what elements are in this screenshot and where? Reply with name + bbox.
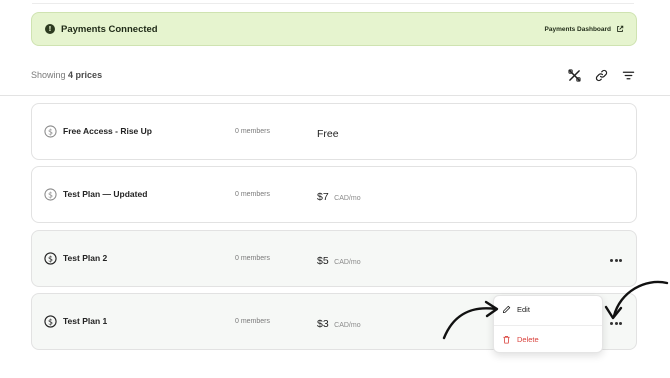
price-unit: CAD/mo [334, 195, 361, 202]
edit-label: Edit [517, 305, 530, 314]
price-unit: CAD/mo [334, 259, 361, 266]
more-options-icon[interactable] [610, 257, 622, 263]
price-card[interactable]: $ Test Plan 2 0 members $5 CAD/mo [31, 230, 637, 287]
dollar-circle-icon: $ [44, 315, 57, 328]
price-card[interactable]: $ Test Plan — Updated 0 members $7 CAD/m… [31, 166, 637, 223]
dollar-circle-icon: $ [44, 125, 57, 138]
price-amount: $3 CAD/mo [317, 314, 361, 332]
price-members: 0 members [235, 128, 271, 135]
price-value: Free [317, 128, 339, 140]
svg-text:$: $ [48, 254, 53, 263]
dollar-circle-icon: $ [44, 252, 57, 265]
prices-toolbar: Showing 4 prices [31, 66, 637, 84]
price-amount: $7 CAD/mo [317, 187, 361, 205]
payments-dashboard-label: Payments Dashboard [544, 25, 611, 33]
price-name: Free Access - Rise Up [63, 126, 152, 136]
price-name: Test Plan — Updated [63, 189, 148, 199]
svg-text:$: $ [48, 127, 53, 136]
menu-separator [494, 325, 602, 326]
showing-count: 4 prices [68, 70, 103, 80]
edit-menu-item[interactable]: Edit [502, 305, 530, 314]
payments-dashboard-link[interactable]: Payments Dashboard [545, 25, 624, 33]
link-icon[interactable] [595, 69, 608, 82]
svg-text:$: $ [48, 190, 53, 199]
price-amount: $5 CAD/mo [317, 251, 361, 269]
banner-title: Payments Connected [61, 23, 158, 35]
info-icon: ! [45, 24, 55, 34]
delete-label: Delete [517, 335, 539, 344]
price-name: Test Plan 1 [63, 316, 108, 326]
price-members: 0 members [235, 318, 271, 325]
top-divider [32, 3, 634, 4]
svg-text:$: $ [48, 317, 53, 326]
price-amount: Free [317, 124, 340, 142]
dollar-circle-icon: $ [44, 188, 57, 201]
showing-prefix: Showing [31, 70, 66, 80]
more-options-icon[interactable] [610, 320, 622, 326]
trash-icon [503, 335, 510, 344]
sort-icon[interactable] [622, 69, 635, 82]
price-name: Test Plan 2 [63, 253, 108, 263]
showing-count-text: Showing 4 prices [31, 70, 102, 80]
price-value: $3 [317, 318, 329, 330]
crossed-tools-icon[interactable] [568, 68, 581, 82]
payments-connected-banner: ! Payments Connected Payments Dashboard [31, 12, 637, 46]
price-members: 0 members [235, 191, 271, 198]
delete-menu-item[interactable]: Delete [502, 335, 539, 344]
pencil-icon [502, 305, 511, 314]
list-divider [0, 95, 670, 96]
price-unit: CAD/mo [334, 322, 361, 329]
price-actions-menu: Edit Delete [493, 295, 603, 353]
price-value: $7 [317, 191, 329, 203]
toolbar-actions [568, 68, 637, 82]
price-value: $5 [317, 255, 329, 267]
price-card[interactable]: $ Free Access - Rise Up 0 members Free [31, 103, 637, 160]
external-link-icon [617, 25, 624, 32]
price-members: 0 members [235, 255, 271, 262]
